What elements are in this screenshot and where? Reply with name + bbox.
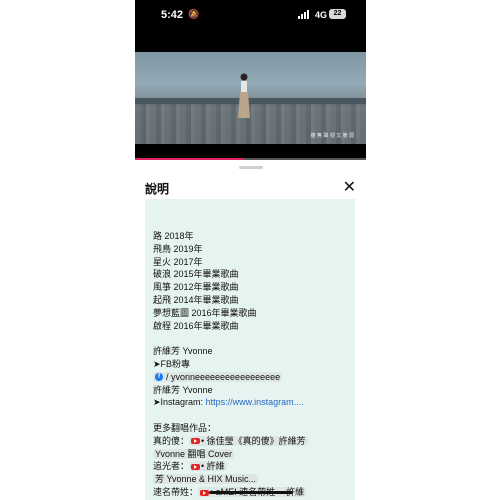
song-line: 風箏 2012年畢業歌曲 bbox=[153, 282, 239, 293]
song-line: 飛鳥 2019年 bbox=[153, 243, 203, 254]
battery-icon: 22 bbox=[329, 9, 346, 19]
song-line: 夢想藍圖 2016年畢業歌曲 bbox=[153, 307, 257, 318]
cover-row: 追光者： • 許維 bbox=[153, 460, 353, 473]
fb-link-row[interactable]: f / yvonneeeeeeeeeeeeeeeee bbox=[153, 371, 353, 384]
youtube-icon bbox=[191, 438, 201, 445]
song-line: 路 2018年 bbox=[153, 231, 194, 241]
cover-row: 真的傻： • 徐佳瑩《真的傻》許維芳 bbox=[153, 435, 353, 448]
artist-name: 許維芳 Yvonne bbox=[153, 346, 213, 357]
description-text: 路 2018年 飛鳥 2019年 星火 2017年 破浪 2015年畢業歌曲 風… bbox=[153, 230, 353, 499]
cellular-signal-icon bbox=[298, 10, 312, 19]
description-sheet: 說明 ✕ 路 2018年 飛鳥 2019年 星火 2017年 破浪 2015年畢… bbox=[135, 162, 366, 500]
cover-row: Yvonne 翻唱 Cover bbox=[153, 448, 353, 461]
artist-name-repeat: 許維芳 Yvonne bbox=[153, 384, 213, 395]
more-covers-heading: 更多翻唱作品： bbox=[153, 422, 217, 433]
youtube-icon bbox=[200, 489, 210, 496]
cover-link-continued[interactable]: Yvonne 翻唱 Cover bbox=[153, 448, 235, 459]
cover-link-text: • 許維 bbox=[201, 461, 225, 472]
cover-prefix: 速名帶姓： bbox=[153, 486, 199, 497]
cover-link-continued[interactable]: 芳 Yvonne & HIX Music... bbox=[153, 474, 259, 485]
description-content[interactable]: 路 2018年 飛鳥 2019年 星火 2017年 破浪 2015年畢業歌曲 風… bbox=[145, 199, 355, 500]
fb-heading: ➤FB粉專 bbox=[153, 358, 191, 369]
video-player[interactable]: 雖 無 聲 卻 又 脆 弱 bbox=[135, 52, 366, 144]
video-subtitle: 雖 無 聲 卻 又 脆 弱 bbox=[310, 133, 354, 139]
video-progress-fill bbox=[135, 158, 244, 160]
cover-prefix: 追光者： bbox=[153, 461, 190, 472]
song-line: 啟程 2016年畢業歌曲 bbox=[153, 320, 239, 331]
instagram-link[interactable]: https://www.instagram.... bbox=[206, 397, 304, 407]
youtube-icon bbox=[191, 463, 201, 470]
phone-screen: 5:42 🔕 4G 22 雖 無 聲 卻 又 脆 弱 說明 ✕ 路 2018年 … bbox=[135, 0, 366, 500]
close-icon[interactable]: ✕ bbox=[343, 177, 356, 197]
cover-link-text: • 徐佳瑩《真的傻》許維芳 bbox=[201, 435, 306, 446]
fb-link[interactable]: / yvonneeeeeeeeeeeeeeeee bbox=[166, 372, 280, 382]
home-indicator[interactable] bbox=[209, 491, 293, 494]
video-figure bbox=[238, 73, 250, 118]
clipped-text-edge bbox=[255, 199, 295, 203]
instagram-row: ➤Instagram: https://www.instagram.... bbox=[153, 396, 353, 409]
drag-handle[interactable] bbox=[239, 166, 263, 169]
cover-row: 芳 Yvonne & HIX Music... bbox=[153, 473, 353, 486]
network-type: 4G bbox=[315, 10, 328, 20]
status-time: 5:42 bbox=[161, 9, 184, 21]
cover-prefix: 真的傻： bbox=[153, 435, 190, 446]
facebook-icon: f bbox=[155, 373, 163, 382]
song-line: 破浪 2015年畢業歌曲 bbox=[153, 269, 239, 280]
video-progress-bar[interactable] bbox=[135, 158, 366, 160]
instagram-label: ➤Instagram: bbox=[153, 397, 206, 408]
bell-slash-icon: 🔕 bbox=[188, 9, 200, 19]
cover-link[interactable]: • 徐佳瑩《真的傻》許維芳 bbox=[189, 435, 308, 446]
song-line: 星火 2017年 bbox=[153, 256, 203, 267]
cover-link[interactable]: • 許維 bbox=[189, 461, 227, 472]
status-bar: 5:42 🔕 4G 22 bbox=[135, 0, 366, 32]
sheet-title: 說明 bbox=[145, 182, 170, 196]
song-line: 起飛 2014年畢業歌曲 bbox=[153, 294, 239, 305]
